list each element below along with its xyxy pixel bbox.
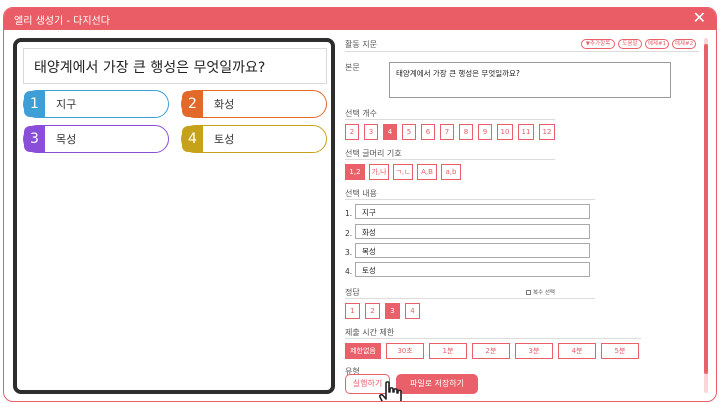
bullet-button-4[interactable]: A,B — [417, 164, 437, 180]
example-2-pill[interactable]: 예제#2 — [672, 39, 696, 49]
answer-button-2[interactable]: 2 — [365, 303, 380, 319]
choice-count-button-2[interactable]: 3 — [364, 124, 378, 140]
choice-count-button-5[interactable]: 6 — [421, 124, 435, 140]
choice-count-button-1[interactable]: 2 — [345, 124, 359, 140]
time-button-3[interactable]: 1분 — [429, 343, 467, 359]
content-row-num: 1. — [345, 209, 353, 218]
content-row-num: 3. — [345, 248, 353, 257]
option-number: 2 — [182, 91, 203, 117]
example-1-pill[interactable]: 예제#1 — [645, 39, 669, 49]
choice-count-button-4[interactable]: 5 — [402, 124, 416, 140]
checkbox-icon — [526, 290, 531, 295]
time-button-4[interactable]: 2분 — [472, 343, 510, 359]
divider — [345, 51, 699, 52]
preview-option-3[interactable]: 3 목성 — [23, 125, 169, 153]
content-input-3[interactable]: 목성 — [355, 243, 590, 258]
choice-count-button-9[interactable]: 10 — [497, 124, 513, 140]
time-button-6[interactable]: 4분 — [558, 343, 596, 359]
time-button-7[interactable]: 5분 — [601, 343, 639, 359]
option-text: 화성 — [214, 98, 235, 111]
option-text: 토성 — [214, 133, 235, 146]
divider — [345, 119, 555, 120]
choice-count-button-3[interactable]: 4 — [383, 124, 397, 140]
answer-button-4[interactable]: 4 — [405, 303, 420, 319]
option-text: 지구 — [56, 98, 77, 111]
choice-count-button-10[interactable]: 11 — [518, 124, 534, 140]
bullet-button-1[interactable]: 1,2 — [345, 164, 365, 180]
settings-panel: 활동 지문 ▼추가항목 도움말 예제#1 예제#2 본문 태양계에서 가장 큰 … — [341, 35, 701, 376]
divider — [345, 159, 555, 160]
preview-question: 태양계에서 가장 큰 행성은 무엇일까요? — [23, 48, 327, 84]
bullet-button-2[interactable]: 가,나 — [369, 164, 389, 180]
preview-option-4[interactable]: 4 토성 — [181, 125, 327, 153]
divider — [345, 199, 595, 200]
choice-count-button-7[interactable]: 8 — [459, 124, 473, 140]
time-label: 제출 시간 제한 — [345, 328, 395, 337]
scrollbar-thumb[interactable] — [704, 44, 708, 374]
preview-option-1[interactable]: 1 지구 — [23, 90, 169, 118]
choice-count-button-6[interactable]: 7 — [440, 124, 454, 140]
time-button-1[interactable]: 제한없음 — [345, 343, 381, 359]
bullet-button-5[interactable]: a,b — [441, 164, 461, 180]
option-number: 3 — [24, 126, 45, 152]
choice-count-button-11[interactable]: 12 — [539, 124, 555, 140]
content-label: 선택 내용 — [345, 189, 377, 198]
pointer-hand-icon — [378, 381, 402, 401]
option-number: 1 — [24, 91, 45, 117]
body-textarea[interactable]: 태양계에서 가장 큰 행성은 무엇일까요? — [389, 62, 671, 98]
divider — [345, 298, 595, 299]
close-icon[interactable]: ✕ — [693, 10, 706, 26]
preview-option-2[interactable]: 2 화성 — [181, 90, 327, 118]
choice-count-label: 선택 개수 — [345, 109, 377, 118]
option-text: 목성 — [56, 133, 77, 146]
bullet-label: 선택 글머리 기호 — [345, 149, 402, 158]
multi-select-label: 복수 선택 — [533, 290, 555, 296]
bullet-button-3[interactable]: ㄱ,ㄴ — [393, 164, 413, 180]
time-button-5[interactable]: 3분 — [515, 343, 553, 359]
option-number: 4 — [182, 126, 203, 152]
app-window: 엘리 생성기 - 다지선다 ✕ 태양계에서 가장 큰 행성은 무엇일까요? 1 … — [3, 7, 717, 402]
time-button-2[interactable]: 30초 — [386, 343, 424, 359]
divider — [345, 338, 641, 339]
preview-panel: 태양계에서 가장 큰 행성은 무엇일까요? 1 지구 2 화성 3 목성 4 토… — [13, 38, 335, 394]
choice-count-button-8[interactable]: 9 — [478, 124, 492, 140]
add-item-pill[interactable]: ▼추가항목 — [581, 39, 615, 49]
answer-button-3[interactable]: 3 — [385, 303, 400, 319]
multi-select-checkbox[interactable]: 복수 선택 — [526, 288, 555, 296]
help-pill[interactable]: 도움말 — [618, 39, 642, 49]
content-row-num: 4. — [345, 267, 353, 276]
body-label: 본문 — [345, 63, 360, 72]
answer-label: 정답 — [345, 288, 360, 297]
save-to-file-button[interactable]: 파일로 저장하기 — [396, 374, 478, 394]
answer-button-1[interactable]: 1 — [345, 303, 360, 319]
content-row-num: 2. — [345, 229, 353, 238]
activity-label: 활동 지문 — [345, 40, 377, 49]
content-input-2[interactable]: 화성 — [355, 224, 590, 239]
title-bar: 엘리 생성기 - 다지선다 ✕ — [4, 8, 716, 30]
content-input-4[interactable]: 토성 — [355, 262, 590, 277]
window-title: 엘리 생성기 - 다지선다 — [14, 16, 110, 27]
content-input-1[interactable]: 지구 — [355, 204, 590, 219]
